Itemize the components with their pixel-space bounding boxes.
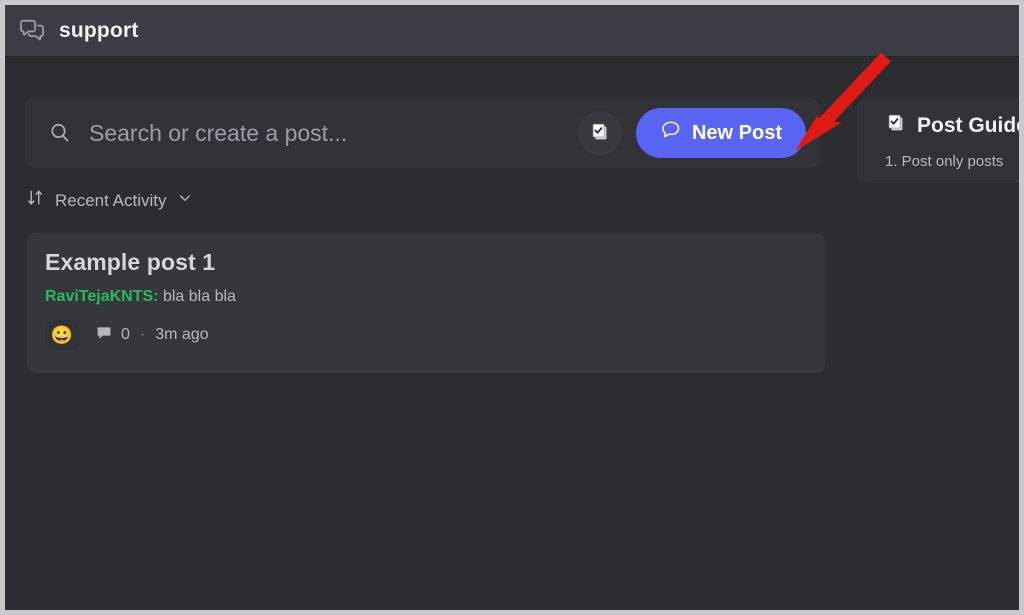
forum-channel-icon bbox=[17, 16, 47, 46]
sort-arrows-icon bbox=[25, 188, 45, 213]
grinning-face-emoji: 😀 bbox=[50, 325, 74, 345]
post-preview: RaviTejaKNTS: bla bla bla bbox=[45, 288, 807, 306]
new-post-label: New Post bbox=[691, 121, 782, 144]
post-card[interactable]: Example post 1 RaviTejaKNTS: bla bla bla… bbox=[27, 233, 825, 373]
chevron-down-icon bbox=[177, 190, 193, 211]
search-panel: New Post bbox=[25, 98, 820, 168]
post-guidelines-button[interactable] bbox=[577, 111, 622, 155]
post-guidelines-header: Post Guidelines bbox=[885, 112, 1024, 139]
comment-count: 0 bbox=[121, 326, 130, 343]
comment-count-group: 0 bbox=[95, 324, 130, 347]
comment-icon bbox=[95, 324, 113, 347]
post-preview-text: bla bla bla bbox=[162, 288, 236, 305]
post-meta-row: 😀 0 · 3m ago bbox=[45, 320, 807, 350]
clipboard-check-icon bbox=[589, 121, 611, 146]
channel-name: support bbox=[59, 18, 139, 42]
post-timestamp: 3m ago bbox=[155, 326, 209, 343]
meta-separator: · bbox=[139, 326, 146, 343]
forum-body: New Post Post Guidelines 1. Post only po… bbox=[5, 58, 1019, 610]
new-post-button[interactable]: New Post bbox=[635, 108, 806, 158]
channel-header: support bbox=[5, 5, 1019, 57]
sort-label: Recent Activity bbox=[55, 190, 167, 210]
post-title: Example post 1 bbox=[45, 249, 216, 275]
search-icon bbox=[47, 120, 73, 146]
post-guidelines-title: Post Guidelines bbox=[917, 113, 1024, 137]
clipboard-check-icon bbox=[885, 112, 907, 139]
add-reaction-button[interactable]: 😀 bbox=[45, 320, 79, 350]
sort-control[interactable]: Recent Activity bbox=[25, 188, 193, 213]
post-author: RaviTejaKNTS: bbox=[45, 288, 159, 305]
speech-bubble-icon bbox=[660, 119, 682, 147]
search-input[interactable] bbox=[89, 119, 578, 147]
discord-forum-window: support Search or create a post... New P… bbox=[0, 0, 1024, 615]
post-guidelines-rule: 1. Post only posts bbox=[885, 153, 1004, 170]
post-guidelines-card[interactable]: Post Guidelines 1. Post only posts bbox=[857, 98, 1024, 183]
